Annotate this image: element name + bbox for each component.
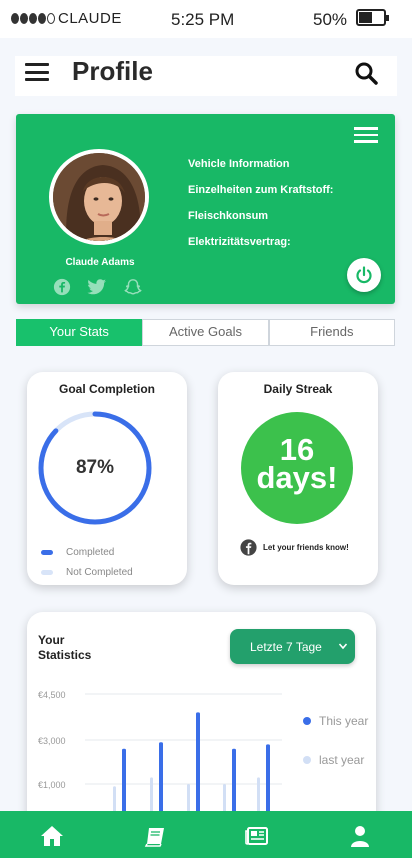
- legend-swatch-completed: [41, 549, 53, 555]
- y-tick-label: €3,000: [38, 736, 66, 746]
- home-icon[interactable]: [40, 825, 64, 847]
- y-tick-label: €1,000: [38, 780, 66, 790]
- streak-card-title: Daily Streak: [263, 382, 333, 396]
- profile-card: Claude Adams Vehicle Information Einzelh…: [16, 114, 395, 304]
- statistics-card: Your Statistics Letzte 7 Tage €4,500 €3,0…: [27, 612, 376, 842]
- profile-name: Claude Adams: [65, 257, 135, 268]
- card-menu-icon[interactable]: [354, 127, 378, 143]
- goal-completion-card: Goal Completion 87% Completed Not Comple…: [27, 372, 187, 585]
- y-tick-label: €4,500: [38, 690, 66, 700]
- legend-label-this-year: This year: [319, 714, 369, 728]
- twitter-icon[interactable]: [87, 278, 107, 296]
- legend-dot-last-year: [303, 756, 311, 764]
- bottom-navigation: [0, 811, 412, 858]
- legend-completed: Completed: [41, 547, 114, 558]
- daily-streak-card: Daily Streak 16 days! Let your friends k…: [218, 372, 378, 585]
- signal-strength-icon: [11, 13, 55, 24]
- bar-this-year: [196, 712, 200, 817]
- legend-swatch-not-completed: [41, 569, 53, 575]
- page-title: Profile: [72, 56, 153, 86]
- facebook-icon[interactable]: [53, 278, 71, 296]
- legend-label-completed: Completed: [66, 547, 115, 558]
- status-bar: CLAUDE 5:25 PM 50%: [0, 0, 412, 38]
- power-icon: [356, 266, 372, 284]
- legend-label-last-year: last year: [319, 753, 365, 767]
- goal-percent: 87%: [75, 457, 115, 478]
- battery-icon: [356, 9, 389, 26]
- legend-dot-this-year: [303, 717, 311, 725]
- carrier-name: CLAUDE: [58, 10, 122, 27]
- search-icon[interactable]: [354, 61, 378, 85]
- news-icon[interactable]: [245, 825, 269, 847]
- legend-label-not-completed: Not Completed: [66, 567, 133, 578]
- book-icon[interactable]: [144, 825, 168, 847]
- info-vehicle[interactable]: Vehicle Information: [188, 158, 333, 184]
- profile-info-list: Vehicle Information Einzelheiten zum Kra…: [188, 158, 333, 262]
- tab-your-stats[interactable]: Your Stats: [16, 319, 143, 346]
- user-icon[interactable]: [348, 825, 372, 847]
- goal-donut-chart: [38, 411, 152, 525]
- snapchat-icon[interactable]: [124, 278, 142, 296]
- tab-active-goals[interactable]: Active Goals: [142, 319, 269, 346]
- status-time: 5:25 PM: [171, 10, 235, 29]
- bar-this-year: [159, 742, 163, 817]
- share-text: Let your friends know!: [263, 543, 349, 552]
- info-meat[interactable]: Fleischkonsum: [188, 210, 333, 236]
- streak-unit: days!: [256, 460, 338, 495]
- bar-this-year: [266, 744, 270, 817]
- power-button[interactable]: [347, 258, 381, 292]
- battery-percent: 50%: [313, 10, 348, 29]
- facebook-icon: [240, 539, 257, 556]
- info-fuel[interactable]: Einzelheiten zum Kraftstoff:: [188, 184, 333, 210]
- avatar: [49, 149, 149, 245]
- hamburger-icon[interactable]: [25, 63, 49, 81]
- stats-tabs: Your Stats Active Goals Friends: [16, 319, 395, 346]
- bar-this-year: [122, 748, 126, 817]
- legend-not-completed: Not Completed: [41, 567, 133, 578]
- info-electricity[interactable]: Elektrizitätsvertrag:: [188, 236, 333, 262]
- bar-this-year: [232, 748, 236, 817]
- share-streak-link[interactable]: Let your friends know!: [240, 539, 349, 556]
- streak-badge: 16 days!: [241, 412, 353, 524]
- tab-friends[interactable]: Friends: [268, 319, 395, 346]
